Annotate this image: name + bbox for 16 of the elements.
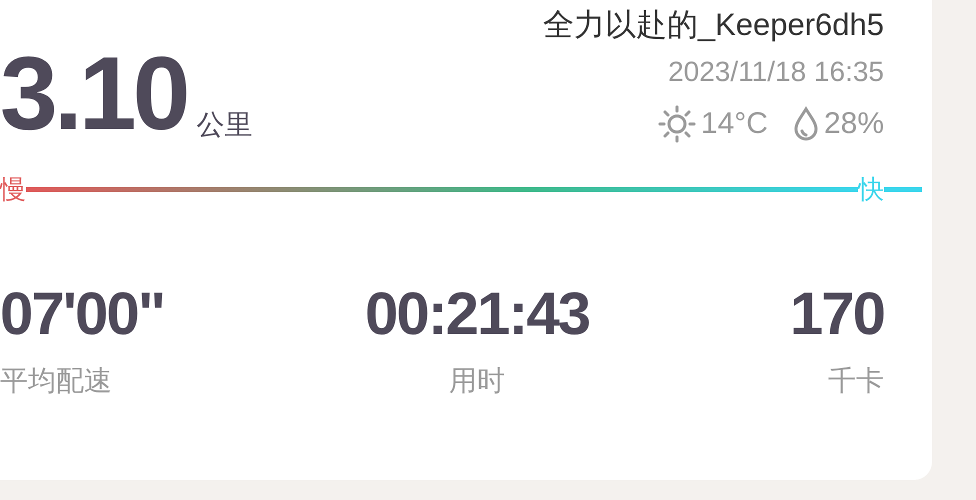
- stat-label: 千卡: [828, 364, 884, 398]
- username: 全力以赴的_Keeper6dh5: [542, 6, 884, 44]
- pace-bar-tail: [884, 186, 922, 192]
- stat-label: 平均配速: [0, 364, 112, 398]
- water-drop-icon: [792, 106, 820, 142]
- temperature: 14°C: [700, 106, 768, 142]
- stat-value: 07'00": [0, 284, 164, 344]
- humidity: 28%: [824, 106, 884, 142]
- stat-value: 00:21:43: [364, 284, 590, 344]
- distance-value: 3.10: [0, 42, 186, 146]
- sun-icon: [656, 104, 697, 144]
- stat-label: 用时: [449, 364, 506, 398]
- stat-value: 170: [790, 284, 884, 344]
- run-datetime: 2023/11/18 16:35: [668, 55, 884, 90]
- distance-unit: 公里: [196, 108, 252, 142]
- fast-label: 快: [858, 176, 884, 202]
